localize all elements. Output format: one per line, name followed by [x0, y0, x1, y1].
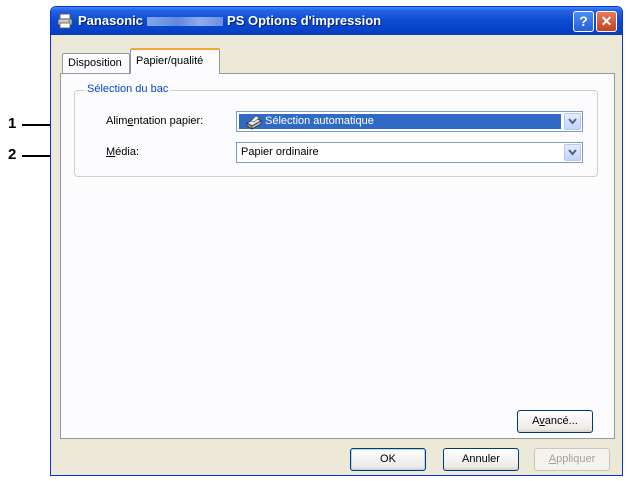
media-value: Papier ordinaire	[241, 146, 319, 158]
chevron-down-icon	[568, 149, 577, 156]
paper-source-dropdown[interactable]: Sélection automatique	[236, 111, 583, 132]
chevron-down-icon	[568, 118, 577, 125]
window-title-main: PS Options d'impression	[227, 13, 382, 28]
apply-button[interactable]: Appliquer	[534, 448, 610, 471]
close-button[interactable]: ✕	[596, 11, 617, 32]
paper-source-dropdown-arrow[interactable]	[564, 113, 581, 130]
cancel-button[interactable]: Annuler	[443, 448, 519, 471]
window-title: Panasonic PS Options d'impression	[78, 13, 381, 28]
media-dropdown-arrow[interactable]	[564, 144, 581, 161]
media-dropdown[interactable]: Papier ordinaire	[236, 142, 583, 163]
callout-2: 2	[8, 146, 17, 163]
group-legend: Sélection du bac	[84, 83, 172, 95]
paper-source-selection: Sélection automatique	[239, 114, 561, 130]
printer-icon	[57, 13, 73, 29]
print-options-dialog: Panasonic PS Options d'impression ? ✕ Dis…	[50, 6, 623, 476]
callout-1: 1	[8, 115, 17, 132]
media-label: Média:	[106, 146, 140, 158]
redacted-model-name	[147, 17, 224, 27]
tab-papier-qualite[interactable]: Papier/qualité	[130, 48, 220, 74]
title-bar[interactable]: Panasonic PS Options d'impression ? ✕	[51, 7, 622, 35]
ok-button[interactable]: OK	[350, 448, 426, 471]
paper-source-value: Sélection automatique	[265, 115, 374, 127]
help-button[interactable]: ?	[573, 11, 594, 32]
tab-panel-papier-qualite: Sélection du bac Alimentation papier: Sé…	[60, 73, 615, 439]
window-title-brand: Panasonic	[78, 13, 144, 28]
tray-selection-group: Sélection du bac Alimentation papier: Sé…	[74, 83, 598, 177]
advanced-button[interactable]: Avancé...	[517, 410, 593, 433]
tab-disposition[interactable]: Disposition	[62, 53, 130, 73]
paper-source-label: Alimentation papier:	[106, 115, 204, 127]
printer-tray-icon	[246, 115, 262, 130]
